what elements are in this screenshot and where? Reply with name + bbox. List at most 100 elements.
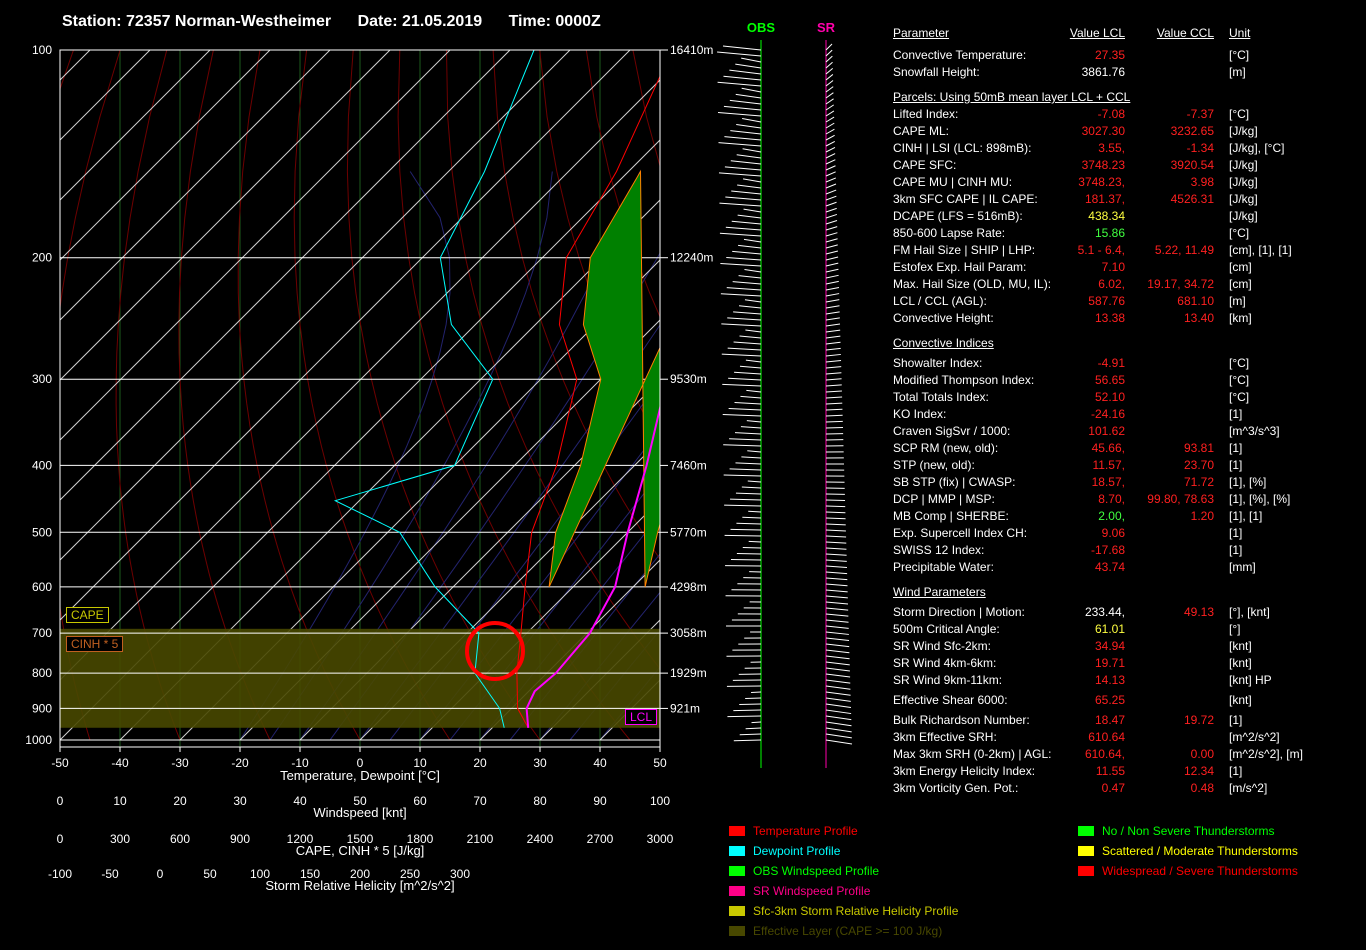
param-cell: [1], [%]: [1229, 475, 1267, 489]
param-cell: 18.47: [1094, 713, 1125, 727]
param-cell: FM Hail Size | SHIP | LHP:: [893, 243, 1036, 257]
legend-label: No / Non Severe Thunderstorms: [1102, 824, 1275, 838]
height-tick-label: 5770m: [670, 525, 707, 539]
param-cell: [J/kg]: [1229, 175, 1258, 189]
wind-barb: [825, 547, 847, 550]
wind-barb: [825, 323, 841, 327]
wind-barb: [742, 546, 762, 549]
param-cell: [J/kg]: [1229, 124, 1258, 138]
secondary-tick-label: 50: [203, 867, 217, 881]
param-cell: 56.65: [1094, 373, 1125, 387]
param-cell: [cm], [1], [1]: [1229, 243, 1292, 257]
legend-label: Sfc-3km Storm Relative Helicity Profile: [753, 904, 959, 918]
height-tick-label: 4298m: [670, 580, 707, 594]
secondary-tick-label: 3000: [647, 832, 674, 846]
param-cell: [knt] HP: [1229, 673, 1272, 687]
wind-barb: [727, 715, 762, 718]
param-cell: 18.57,: [1091, 475, 1125, 489]
param-cell: 14.13: [1094, 673, 1125, 687]
param-cell: 610.64: [1088, 730, 1125, 744]
wind-barb: [825, 529, 846, 532]
effective-layer: [60, 628, 660, 728]
wind-barb: [825, 360, 842, 363]
wind-barb: [743, 208, 762, 213]
param-cell: 52.10: [1094, 390, 1125, 404]
pressure-tick-label: 900: [32, 701, 52, 715]
wind-barb: [730, 528, 762, 531]
param-cell: SR Wind 9km-11km:: [893, 673, 1003, 687]
wind-barb: [717, 111, 762, 117]
x-tick-label: -20: [231, 756, 249, 770]
legend-swatch: [729, 846, 745, 856]
param-cell: [m^3/s^3]: [1229, 424, 1280, 438]
param-cell: 610.64,: [1084, 747, 1125, 761]
legend-label: Dewpoint Profile: [753, 844, 841, 858]
param-cell: 2.00,: [1098, 509, 1125, 523]
pressure-tick-label: 700: [32, 626, 52, 640]
param-cell: 23.70: [1183, 458, 1214, 472]
cinh-box: CINH * 5: [66, 636, 124, 652]
param-cell: 3748.23,: [1078, 175, 1125, 189]
param-cell: Parameter: [893, 26, 950, 40]
param-cell: 19.71: [1094, 656, 1125, 670]
wind-barb: [727, 317, 762, 321]
wind-barb: [825, 286, 840, 291]
param-cell: LCL / CCL (AGL):: [893, 294, 987, 308]
wind-barb: [729, 468, 762, 471]
wind-barb: [731, 220, 762, 225]
wind-barb: [825, 739, 853, 745]
param-cell: 9.06: [1101, 526, 1125, 540]
param-row: Snowfall Height: 3861.76 [m]: [893, 65, 1363, 80]
wind-barb: [741, 57, 762, 63]
param-cell: [1]: [1229, 407, 1243, 421]
param-row: Modified Thompson Index: 56.65 [°C]: [893, 373, 1363, 388]
param-cell: 65.25: [1094, 693, 1125, 707]
param-cell: -1.34: [1186, 141, 1214, 155]
wind-barb: [825, 697, 851, 702]
param-cell: 181.37,: [1084, 192, 1125, 206]
param-cell: 7.10: [1101, 260, 1125, 274]
x-tick-label: 20: [473, 756, 487, 770]
wind-barb: [742, 148, 762, 153]
height-tick-label: 1929m: [670, 666, 707, 680]
param-row: SB STP (fix) | CWASP: 18.57, 71.72 [1], [%]: [893, 475, 1363, 490]
param-cell: 438.34: [1088, 209, 1125, 223]
param-row: Lifted Index: -7.08 -7.37 [°C]: [893, 107, 1363, 122]
param-cell: CAPE SFC:: [893, 158, 957, 172]
param-cell: 3km Effective SRH:: [893, 730, 997, 744]
wind-barb: [825, 721, 852, 727]
wind-barb: [825, 299, 840, 303]
param-cell: Max 3km SRH (0-2km) | AGL:: [893, 747, 1052, 761]
param-cell: 6.02,: [1098, 277, 1125, 291]
param-cell: Showalter Index:: [893, 356, 983, 370]
wind-barb: [719, 232, 762, 237]
legend-swatch: [729, 826, 745, 836]
wind-barb: [825, 378, 842, 381]
wind-barb: [825, 201, 837, 207]
secondary-tick-label: -50: [101, 867, 119, 881]
wind-barb: [825, 643, 850, 648]
wind-barb: [729, 438, 762, 441]
wind-barb: [730, 160, 762, 165]
param-cell: [°C]: [1229, 356, 1250, 370]
wind-barb: [825, 733, 852, 739]
wind-barb: [724, 504, 762, 507]
wind-barb: [825, 685, 851, 690]
height-tick-label: 921m: [670, 701, 700, 715]
param-cell: SR Wind 4km-6km:: [893, 656, 997, 670]
wind-barb: [728, 377, 762, 381]
wind-barb: [825, 727, 852, 733]
param-cell: [°C]: [1229, 107, 1250, 121]
param-cell: [J/kg]: [1229, 192, 1258, 206]
wind-barb: [825, 402, 843, 405]
param-cell: 3748.23: [1081, 158, 1125, 172]
wind-barb: [825, 98, 834, 105]
param-cell: Craven SigSvr / 1000:: [893, 424, 1011, 438]
wind-barb: [825, 140, 836, 147]
x-tick-label: -30: [171, 756, 189, 770]
wind-barb: [825, 74, 834, 81]
wind-barb: [825, 565, 847, 568]
wind-barb: [722, 45, 762, 51]
legend-label: Temperature Profile: [753, 824, 858, 838]
wind-barb: [825, 715, 852, 721]
